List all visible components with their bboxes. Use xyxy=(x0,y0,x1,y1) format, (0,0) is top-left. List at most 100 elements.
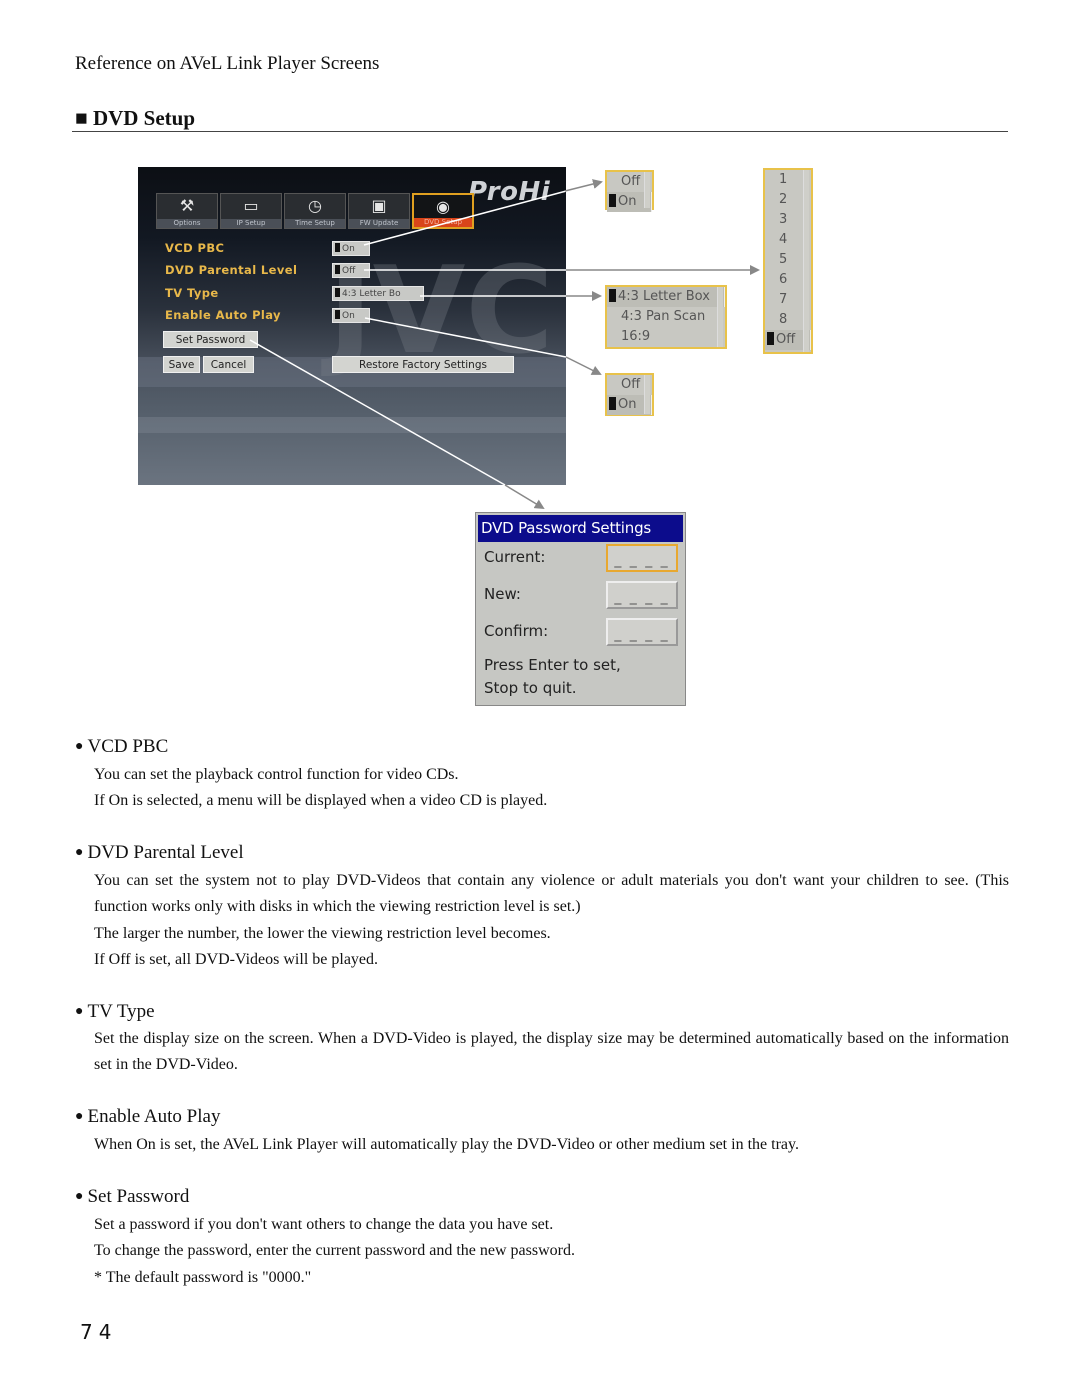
bullet-icon: ● xyxy=(75,739,84,754)
selection-marker xyxy=(335,243,340,252)
auto-play-value: On xyxy=(342,311,355,321)
connector-set-password-arrow xyxy=(504,484,545,510)
vcd-pbc-value: On xyxy=(342,244,355,254)
selection-marker xyxy=(767,332,774,345)
heading-text: TV Type xyxy=(87,1001,155,1022)
restore-factory-settings-button[interactable]: Restore Factory Settings xyxy=(332,356,514,373)
body-line: When On is set, the AVeL Link Player wil… xyxy=(94,1136,799,1153)
tab-label: DVD Setup xyxy=(414,218,472,227)
item-body-parental-level: You can set the system not to play DVD-V… xyxy=(94,868,1009,973)
tv-type-select[interactable]: 4:3 Letter Bo xyxy=(332,286,424,301)
item-body-set-password: Set a password if you don't want others … xyxy=(94,1212,1009,1291)
bullet-icon: ● xyxy=(75,845,84,860)
body-line: Set the display size on the screen. When… xyxy=(94,1030,1009,1074)
item-heading-parental-level: ● DVD Parental Level xyxy=(75,842,244,864)
popup-scrollbar[interactable] xyxy=(717,287,723,347)
tv-type-value: 4:3 Letter Bo xyxy=(342,289,401,299)
tab-label: Options xyxy=(157,219,217,228)
item-body-auto-play: When On is set, the AVeL Link Player wil… xyxy=(94,1132,1009,1158)
option-label: On xyxy=(618,397,637,412)
section-title-text: DVD Setup xyxy=(92,106,196,130)
dialog-note-line1: Press Enter to set, xyxy=(484,656,621,674)
option-label: 3 xyxy=(779,212,788,227)
selection-marker xyxy=(335,265,340,274)
option-label: Off xyxy=(776,332,796,347)
popup-scrollbar[interactable] xyxy=(803,170,809,352)
popup-scrollbar[interactable] xyxy=(644,375,650,414)
parental-level-value: Off xyxy=(342,266,356,276)
auto-play-select[interactable]: On xyxy=(332,308,370,323)
option-label: 8 xyxy=(779,312,788,327)
option-label: 4:3 Letter Box xyxy=(618,289,710,304)
vcd-pbc-select[interactable]: On xyxy=(332,241,370,256)
label-vcd-pbc: VCD PBC xyxy=(165,241,225,255)
option-label: 7 xyxy=(779,292,788,307)
network-icon: ▭ xyxy=(243,196,259,215)
set-password-button[interactable]: Set Password xyxy=(163,331,258,348)
bullet-icon: ● xyxy=(75,1189,84,1204)
disc-icon: ◉ xyxy=(436,197,450,216)
tab-dvd-setup[interactable]: ◉ DVD Setup xyxy=(412,193,474,229)
cancel-button[interactable]: Cancel xyxy=(203,356,254,373)
background-streak xyxy=(138,417,566,433)
item-body-vcd-pbc: You can set the playback control functio… xyxy=(94,762,1009,815)
item-heading-vcd-pbc: ● VCD PBC xyxy=(75,736,168,758)
item-heading-auto-play: ● Enable Auto Play xyxy=(75,1106,220,1128)
body-line: * The default password is "0000." xyxy=(94,1268,312,1286)
selection-marker xyxy=(609,194,616,207)
option-letter-box[interactable]: 4:3 Letter Box xyxy=(607,287,725,307)
heading-text: Set Password xyxy=(87,1186,190,1207)
tab-label: FW Update xyxy=(349,219,409,228)
new-label: New: xyxy=(484,585,521,603)
option-label: On xyxy=(618,194,637,209)
new-password-field[interactable]: _ _ _ _ xyxy=(606,581,678,609)
body-line: If Off is set, all DVD-Videos will be pl… xyxy=(94,950,379,968)
selection-marker xyxy=(335,288,340,297)
tab-fw-update[interactable]: ▣ FW Update xyxy=(348,193,410,229)
tab-time-setup[interactable]: ◷ Time Setup xyxy=(284,193,346,229)
bullet-icon: ● xyxy=(75,1109,84,1124)
label-dvd-parental-level: DVD Parental Level xyxy=(165,263,298,277)
current-label: Current: xyxy=(484,548,546,566)
section-rule xyxy=(72,131,1008,132)
confirm-password-field[interactable]: _ _ _ _ xyxy=(606,618,678,646)
heading-text: DVD Parental Level xyxy=(87,842,244,863)
body-line: You can set the system not to play DVD-V… xyxy=(94,872,1009,916)
tab-options[interactable]: ⚒ Options xyxy=(156,193,218,229)
option-label: 1 xyxy=(779,172,788,187)
setup-tabs: ⚒ Options ▭ IP Setup ◷ Time Setup ▣ FW U… xyxy=(156,193,474,229)
tab-ip-setup[interactable]: ▭ IP Setup xyxy=(220,193,282,229)
prohi-logo: ProHi xyxy=(468,177,551,207)
selection-marker xyxy=(609,289,616,302)
clock-icon: ◷ xyxy=(308,196,322,215)
parental-level-popup: 1 2 3 4 5 6 7 8 Off xyxy=(763,168,813,354)
option-label: Off xyxy=(621,174,641,189)
bullet-icon: ● xyxy=(75,1004,84,1019)
current-password-field[interactable]: _ _ _ _ xyxy=(606,544,678,572)
dvd-setup-screen: JVC ProHi ⚒ Options ▭ IP Setup ◷ Time Se… xyxy=(138,167,566,485)
option-label: 4 xyxy=(779,232,788,247)
selection-marker xyxy=(609,397,616,410)
option-pan-scan[interactable]: 4:3 Pan Scan xyxy=(607,307,725,327)
parental-level-select[interactable]: Off xyxy=(332,263,370,278)
item-body-tv-type: Set the display size on the screen. When… xyxy=(94,1026,1009,1079)
body-line: You can set the playback control functio… xyxy=(94,766,459,783)
dvd-password-dialog: DVD Password Settings Current: _ _ _ _ N… xyxy=(475,512,686,706)
heading-text: Enable Auto Play xyxy=(87,1106,221,1127)
option-16-9[interactable]: 16:9 xyxy=(607,327,725,347)
connector-vcd-pbc-arrow xyxy=(564,179,603,192)
tv-type-popup: 4:3 Letter Box 4:3 Pan Scan 16:9 xyxy=(605,285,727,349)
label-enable-auto-play: Enable Auto Play xyxy=(165,308,281,322)
connector-auto-play-arrow xyxy=(565,356,602,375)
save-button[interactable]: Save xyxy=(163,356,200,373)
option-label: 2 xyxy=(779,192,788,207)
body-line: The larger the number, the lower the vie… xyxy=(94,924,551,942)
option-label: 6 xyxy=(779,272,788,287)
section-marker: ■ xyxy=(75,106,88,130)
option-label: 5 xyxy=(779,252,788,267)
popup-scrollbar[interactable] xyxy=(644,172,650,208)
option-label: Off xyxy=(621,377,641,392)
vcd-pbc-popup: Off On xyxy=(605,170,654,212)
item-heading-set-password: ● Set Password xyxy=(75,1186,189,1208)
option-label: 16:9 xyxy=(621,329,651,344)
